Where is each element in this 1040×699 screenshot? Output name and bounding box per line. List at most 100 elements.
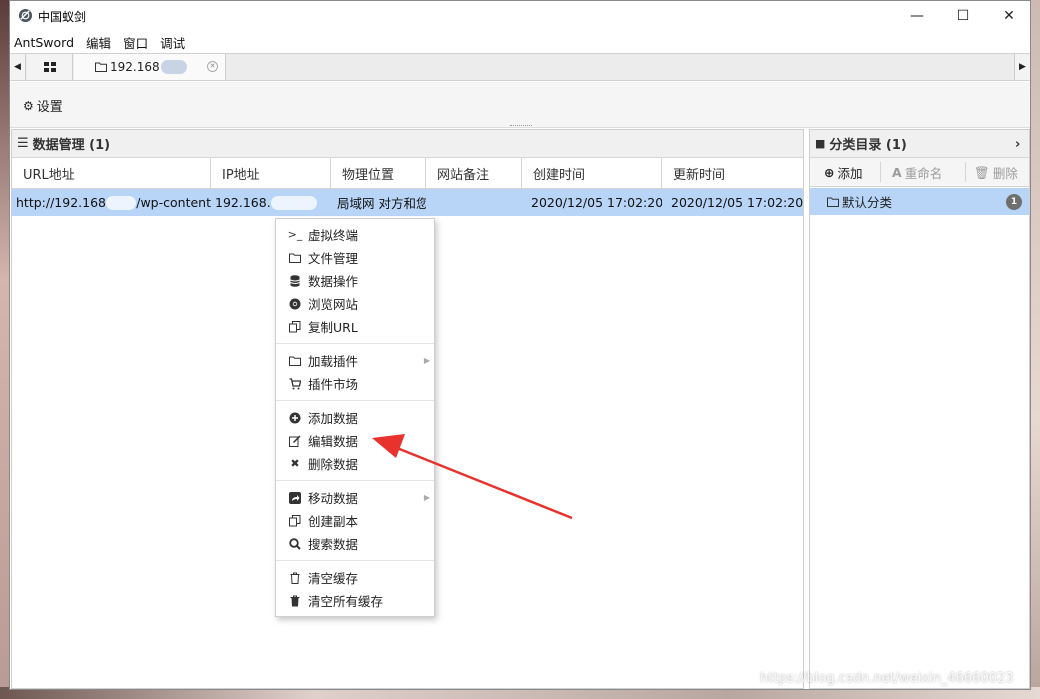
category-toolbar: ⊕ 添加 A 重命名 🗑 删除 <box>810 158 1029 187</box>
cell-updated: 2020/12/05 17:02:20 <box>671 195 803 210</box>
menu-item-file-manager[interactable]: 文件管理 <box>276 246 434 269</box>
window-title: 中国蚁剑 <box>38 10 87 24</box>
menu-item-label: 复制URL <box>308 320 358 335</box>
column-url[interactable]: URL地址 <box>12 158 211 188</box>
column-created[interactable]: 创建时间 <box>522 158 662 188</box>
delete-category-button[interactable]: 🗑 删除 <box>974 163 1018 182</box>
column-ip[interactable]: IP地址 <box>211 158 331 188</box>
menu-item-database[interactable]: 数据操作 <box>276 269 434 292</box>
menu-item-label: 编辑数据 <box>308 434 359 449</box>
watermark-text: https://blog.csdn.net/weixin_46660023 <box>760 671 1014 686</box>
menu-item-delete-data[interactable]: ✖ 删除数据 <box>276 452 434 475</box>
menu-divider <box>276 480 434 481</box>
menu-item-move-data[interactable]: 移动数据 ▶ <box>276 486 434 509</box>
toolbar-divider <box>965 162 966 182</box>
menu-edit[interactable]: 编辑 <box>86 33 111 52</box>
search-icon <box>288 537 302 551</box>
grid-icon <box>43 62 56 72</box>
context-menu: >_ 虚拟终端 文件管理 数据操作 浏览网站 复制URL 加载插件 ▶ 插件市场… <box>275 218 435 617</box>
folder-icon <box>95 62 107 72</box>
tab-scroll-right-button[interactable]: ▶ <box>1014 54 1030 80</box>
menu-window[interactable]: 窗口 <box>123 33 148 52</box>
database-icon <box>288 274 302 288</box>
menu-item-label: 浏览网站 <box>308 297 359 312</box>
table-row[interactable]: http://192.168 /wp-content 192.168. 局域网 … <box>12 189 803 216</box>
resize-grip[interactable] <box>510 125 532 127</box>
menu-item-search[interactable]: 搜索数据 <box>276 532 434 555</box>
chrome-icon <box>288 297 302 311</box>
copy-icon <box>288 514 302 528</box>
menu-item-label: 数据操作 <box>308 274 359 289</box>
menu-item-browse[interactable]: 浏览网站 <box>276 292 434 315</box>
tab-scroll-left-button[interactable]: ◀ <box>10 54 26 80</box>
tab-close-icon[interactable]: ✕ <box>207 61 218 72</box>
menu-item-edit-data[interactable]: 编辑数据 <box>276 429 434 452</box>
tab-home[interactable] <box>27 54 73 80</box>
submenu-arrow-icon: ▶ <box>423 356 430 365</box>
plus-circle-icon: ⊕ <box>824 165 835 180</box>
rename-category-button[interactable]: A 重命名 <box>892 163 942 182</box>
copy-icon <box>288 320 302 334</box>
menu-item-label: 移动数据 <box>308 491 359 506</box>
menu-item-label: 清空缓存 <box>308 571 359 586</box>
menu-item-copy-url[interactable]: 复制URL <box>276 315 434 338</box>
settings-label: 设置 <box>36 100 63 115</box>
menu-divider <box>276 560 434 561</box>
desktop-background-left <box>0 0 9 699</box>
folder-icon <box>288 251 302 265</box>
category-panel: ■ 分类目录 (1) › ⊕ 添加 A 重命名 🗑 删除 默认分类 1 <box>809 129 1030 689</box>
cell-ip: 192.168. <box>211 189 331 216</box>
column-note[interactable]: 网站备注 <box>426 158 522 188</box>
folder-icon <box>288 354 302 368</box>
close-icon: ✕ <box>1003 8 1015 24</box>
redaction-mark <box>160 60 187 74</box>
submenu-arrow-icon: ▶ <box>423 493 430 502</box>
menu-item-label: 清空所有缓存 <box>308 594 384 609</box>
table-header: URL地址 IP地址 物理位置 网站备注 创建时间 更新时间 <box>12 158 803 189</box>
menu-item-clone[interactable]: 创建副本 <box>276 509 434 532</box>
rename-category-label: 重命名 <box>904 166 943 181</box>
desktop-background-right <box>1030 0 1040 699</box>
folder-icon <box>827 197 839 207</box>
category-panel-title: 分类目录 (1) <box>829 138 907 153</box>
trash-icon <box>288 594 302 608</box>
times-icon: ✖ <box>290 457 300 470</box>
tab-shell[interactable]: 192.168 ✕ <box>74 54 226 80</box>
menu-item-terminal[interactable]: >_ 虚拟终端 <box>276 223 434 246</box>
url-suffix: /wp-content <box>136 195 211 210</box>
menu-divider <box>276 400 434 401</box>
menu-antsword[interactable]: AntSword <box>14 35 74 50</box>
column-updated[interactable]: 更新时间 <box>662 158 803 188</box>
add-category-button[interactable]: ⊕ 添加 <box>824 163 863 182</box>
menu-item-plugin-market[interactable]: 插件市场 <box>276 372 434 395</box>
column-location[interactable]: 物理位置 <box>331 158 426 188</box>
maximize-button[interactable]: ☐ <box>940 1 986 31</box>
menu-item-label: 虚拟终端 <box>308 228 359 243</box>
menu-item-load-plugin[interactable]: 加载插件 ▶ <box>276 349 434 372</box>
menu-item-add-data[interactable]: 添加数据 <box>276 406 434 429</box>
close-button[interactable]: ✕ <box>986 1 1030 31</box>
toolbar-divider <box>880 162 881 182</box>
menu-bar: AntSword 编辑 窗口 调试 <box>10 31 1030 53</box>
maximize-icon: ☐ <box>956 8 970 24</box>
cell-note <box>426 189 522 216</box>
terminal-icon: >_ <box>287 228 303 241</box>
minimize-button[interactable]: — <box>894 1 940 31</box>
menu-item-label: 文件管理 <box>308 251 359 266</box>
settings-button[interactable]: ⚙ 设置 <box>23 96 63 116</box>
chevron-right-icon[interactable]: › <box>1015 137 1020 152</box>
menu-divider <box>276 343 434 344</box>
data-panel-header: ☰ 数据管理 (1) <box>12 130 803 158</box>
menu-debug[interactable]: 调试 <box>160 33 185 52</box>
share-icon <box>288 491 302 505</box>
cart-icon <box>288 377 302 391</box>
menu-item-clear-cache[interactable]: 清空缓存 <box>276 566 434 589</box>
plus-circle-icon <box>288 411 302 425</box>
category-item[interactable]: 默认分类 1 <box>810 188 1029 215</box>
menu-item-label: 加载插件 <box>308 354 359 369</box>
cell-url: http://192.168 /wp-content <box>12 189 211 216</box>
gear-icon: ⚙ <box>23 98 34 113</box>
app-window: 中国蚁剑 — ☐ ✕ AntSword 编辑 窗口 调试 ◀ 192.168 ✕… <box>9 0 1031 690</box>
menu-item-clear-all-cache[interactable]: 清空所有缓存 <box>276 589 434 612</box>
trash-icon <box>288 571 302 585</box>
